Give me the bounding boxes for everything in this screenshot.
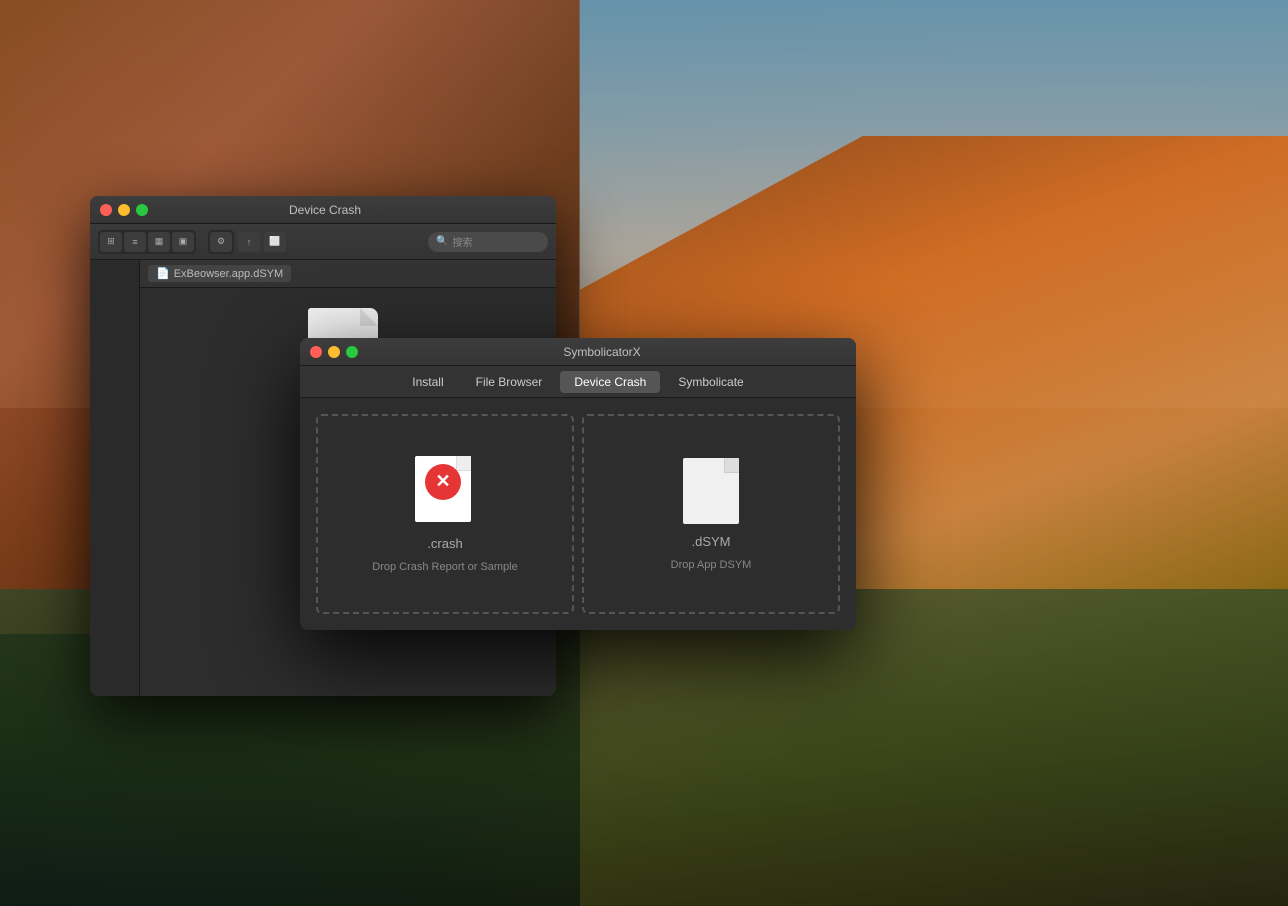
cover-view-button[interactable]: ▣ <box>172 232 194 252</box>
dsym-extension: .dSYM <box>691 534 730 549</box>
list-view-button[interactable]: ≡ <box>124 232 146 252</box>
finder-search[interactable]: 🔍 搜索 <box>428 232 548 252</box>
sym-titlebar: SymbolicatorX <box>300 338 856 366</box>
share-button[interactable]: ↑ <box>238 232 260 252</box>
sym-title: SymbolicatorX <box>358 345 846 359</box>
crash-file-icon <box>415 456 475 526</box>
dsym-drop-zone[interactable]: .dSYM Drop App DSYM <box>582 414 840 614</box>
tab-device-crash[interactable]: Device Crash <box>560 371 660 393</box>
dsym-drop-description: Drop App DSYM <box>671 559 752 571</box>
search-placeholder: 搜索 <box>452 234 472 249</box>
file-icon: 📄 <box>156 267 170 280</box>
tab-file-browser[interactable]: File Browser <box>462 371 557 393</box>
sym-close-button[interactable] <box>310 346 322 358</box>
column-view-button[interactable]: ▦ <box>148 232 170 252</box>
tab-install[interactable]: Install <box>398 371 457 393</box>
view-buttons: ⊞ ≡ ▦ ▣ <box>98 230 196 254</box>
crash-page <box>415 456 471 522</box>
sym-tabs: Install File Browser Device Crash Symbol… <box>300 366 856 398</box>
finder-breadcrumb: 📄 ExBeowser.app.dSYM <box>140 260 556 288</box>
tab-symbolicate[interactable]: Symbolicate <box>664 371 757 393</box>
crash-overlay-circle <box>425 464 461 500</box>
finder-sidebar <box>90 260 140 696</box>
icon-view-button[interactable]: ⊞ <box>100 232 122 252</box>
dsym-file-icon <box>683 458 739 524</box>
arrange-button[interactable]: ⚙ <box>210 232 232 252</box>
search-icon: 🔍 <box>436 236 448 247</box>
sym-minimize-button[interactable] <box>328 346 340 358</box>
finder-titlebar: Device Crash <box>90 196 556 224</box>
crash-drop-description: Drop Crash Report or Sample <box>372 561 518 573</box>
finder-toolbar: ⊞ ≡ ▦ ▣ ⚙ ↑ ⬜ 🔍 搜索 <box>90 224 556 260</box>
crash-extension: .crash <box>427 536 462 551</box>
tag-button[interactable]: ⬜ <box>264 232 286 252</box>
symbolicator-window: SymbolicatorX Install File Browser Devic… <box>300 338 856 630</box>
sym-maximize-button[interactable] <box>346 346 358 358</box>
breadcrumb-label: ExBeowser.app.dSYM <box>174 268 283 280</box>
crash-drop-zone[interactable]: .crash Drop Crash Report or Sample <box>316 414 574 614</box>
finder-title: Device Crash <box>104 203 546 217</box>
action-buttons: ⚙ <box>208 230 234 254</box>
sym-traffic-lights <box>310 346 358 358</box>
sym-body: .crash Drop Crash Report or Sample .dSYM… <box>300 398 856 630</box>
breadcrumb-item: 📄 ExBeowser.app.dSYM <box>148 265 291 282</box>
